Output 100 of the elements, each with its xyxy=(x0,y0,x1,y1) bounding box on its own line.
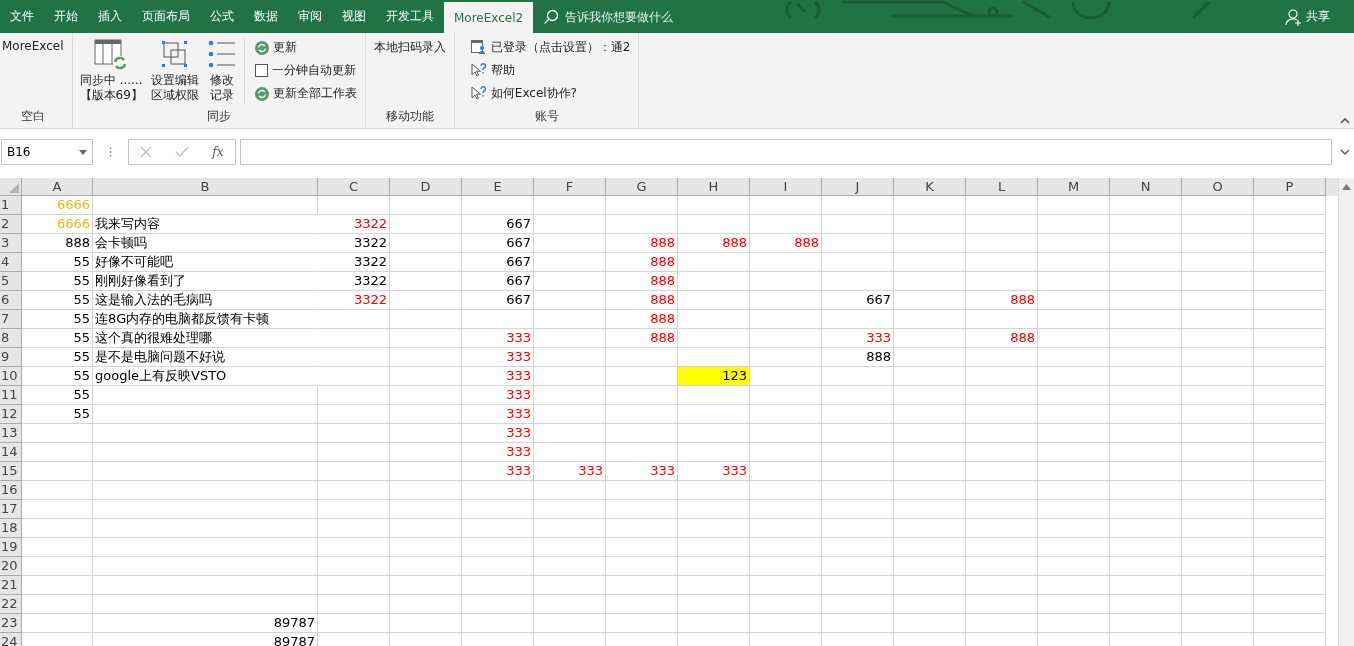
column-header[interactable]: P xyxy=(1254,178,1326,196)
ribbon-tab[interactable]: 页面布局 xyxy=(132,0,200,33)
table-cell: 667 xyxy=(462,272,534,291)
table-cell xyxy=(1182,405,1254,424)
table-cell xyxy=(318,329,390,348)
column-header[interactable]: I xyxy=(750,178,822,196)
ribbon-small-button[interactable]: 更新全部工作表 xyxy=(252,83,359,104)
row-header[interactable]: 23 xyxy=(0,614,22,633)
scroll-up-icon[interactable] xyxy=(1342,184,1351,190)
row-header[interactable]: 17 xyxy=(0,500,22,519)
insert-function-button[interactable]: fx xyxy=(212,145,224,159)
checkmark-icon[interactable] xyxy=(175,146,190,158)
ribbon-large-button[interactable]: 同步中 ...... 【版本69】 xyxy=(78,37,144,105)
drag-handle-icon[interactable] xyxy=(109,146,112,158)
column-header[interactable]: N xyxy=(1110,178,1182,196)
row-header[interactable]: 12 xyxy=(0,405,22,424)
share-button[interactable]: 共享 xyxy=(1279,0,1336,33)
column-header[interactable]: G xyxy=(606,178,678,196)
ribbon-tab[interactable]: 插入 xyxy=(88,0,132,33)
table-cell xyxy=(1254,576,1326,595)
vertical-scrollbar[interactable] xyxy=(1338,178,1354,646)
select-all-corner[interactable] xyxy=(0,178,22,196)
ribbon-tab[interactable]: 开发工具 xyxy=(376,0,444,33)
row-header[interactable]: 20 xyxy=(0,557,22,576)
table-cell xyxy=(534,405,606,424)
column-header[interactable]: K xyxy=(894,178,966,196)
row-header[interactable]: 14 xyxy=(0,443,22,462)
column-header[interactable]: H xyxy=(678,178,750,196)
row-header[interactable]: 19 xyxy=(0,538,22,557)
ribbon-tab[interactable]: 公式 xyxy=(200,0,244,33)
collapse-ribbon-icon[interactable] xyxy=(1340,117,1350,124)
row-header[interactable]: 2 xyxy=(0,215,22,234)
row-header[interactable]: 7 xyxy=(0,310,22,329)
table-cell xyxy=(678,443,750,462)
row-header[interactable]: 16 xyxy=(0,481,22,500)
ribbon-group-label: 同步 xyxy=(205,108,232,125)
row-header[interactable]: 13 xyxy=(0,424,22,443)
column-header[interactable]: J xyxy=(822,178,894,196)
row-header[interactable]: 22 xyxy=(0,595,22,614)
ribbon-tab[interactable]: 审阅 xyxy=(288,0,332,33)
table-cell xyxy=(1038,538,1110,557)
row-header[interactable]: 11 xyxy=(0,386,22,405)
ribbon-tab[interactable]: 视图 xyxy=(332,0,376,33)
ribbon-small-button[interactable]: 如何Excel协作? xyxy=(468,83,633,104)
table-cell xyxy=(390,291,462,310)
row-header[interactable]: 24 xyxy=(0,633,22,646)
row-header[interactable]: 4 xyxy=(0,253,22,272)
table-cell xyxy=(822,519,894,538)
name-box[interactable]: B16 xyxy=(1,139,93,165)
table-cell xyxy=(462,595,534,614)
column-header[interactable]: E xyxy=(462,178,534,196)
column-header[interactable]: F xyxy=(534,178,606,196)
table-cell xyxy=(1110,462,1182,481)
auto-update-checkbox[interactable]: 一分钟自动更新 xyxy=(252,60,359,81)
row-header[interactable]: 10 xyxy=(0,367,22,386)
table-cell xyxy=(318,595,390,614)
row-header[interactable]: 8 xyxy=(0,329,22,348)
ribbon-tab[interactable]: 开始 xyxy=(44,0,88,33)
ribbon-small-button[interactable]: 帮助 xyxy=(468,60,633,81)
column-header[interactable]: O xyxy=(1182,178,1254,196)
table-cell xyxy=(966,557,1038,576)
search-field[interactable]: 告诉我你想要做什么 xyxy=(565,9,726,24)
column-header[interactable]: M xyxy=(1038,178,1110,196)
table-cell: 55 xyxy=(22,405,93,424)
table-cell xyxy=(1254,386,1326,405)
row-header[interactable]: 6 xyxy=(0,291,22,310)
expand-caret-icon[interactable] xyxy=(1340,149,1350,155)
table-cell xyxy=(750,310,822,329)
formula-input[interactable] xyxy=(240,139,1332,165)
row-header[interactable]: 15 xyxy=(0,462,22,481)
table-cell: 6666 xyxy=(22,215,93,234)
ribbon-button[interactable]: 本地扫码录入 xyxy=(371,37,448,58)
table-cell xyxy=(966,272,1038,291)
column-header[interactable]: A xyxy=(22,178,93,196)
ribbon-tab[interactable]: MoreExcel2 xyxy=(444,2,534,33)
ribbon-group-label: 移动功能 xyxy=(384,108,435,125)
row-header[interactable]: 5 xyxy=(0,272,22,291)
row-header[interactable]: 18 xyxy=(0,519,22,538)
column-header[interactable]: C xyxy=(318,178,390,196)
row-header[interactable]: 9 xyxy=(0,348,22,367)
table-cell xyxy=(1110,576,1182,595)
ribbon-large-button[interactable]: 修改 记录 xyxy=(205,37,238,105)
ribbon-large-button[interactable]: 设置编辑 区域权限 xyxy=(149,37,200,105)
column-header[interactable]: L xyxy=(966,178,1038,196)
ribbon-button[interactable]: MoreExcel xyxy=(0,37,66,55)
column-header[interactable]: D xyxy=(390,178,462,196)
ribbon-small-button[interactable]: 已登录（点击设置）：通2 xyxy=(468,37,633,58)
table-cell xyxy=(678,405,750,424)
ribbon-tab[interactable]: 数据 xyxy=(244,0,288,33)
column-header[interactable]: B xyxy=(93,178,318,196)
row-header[interactable]: 3 xyxy=(0,234,22,253)
table-cell xyxy=(822,386,894,405)
ribbon-tab[interactable]: 文件 xyxy=(0,0,44,33)
table-cell xyxy=(894,253,966,272)
table-cell xyxy=(1182,443,1254,462)
row-header[interactable]: 21 xyxy=(0,576,22,595)
row-header[interactable]: 1 xyxy=(0,196,22,215)
cancel-icon[interactable] xyxy=(140,146,153,158)
ribbon-small-button[interactable]: 更新 xyxy=(252,37,359,58)
table-cell xyxy=(966,614,1038,633)
